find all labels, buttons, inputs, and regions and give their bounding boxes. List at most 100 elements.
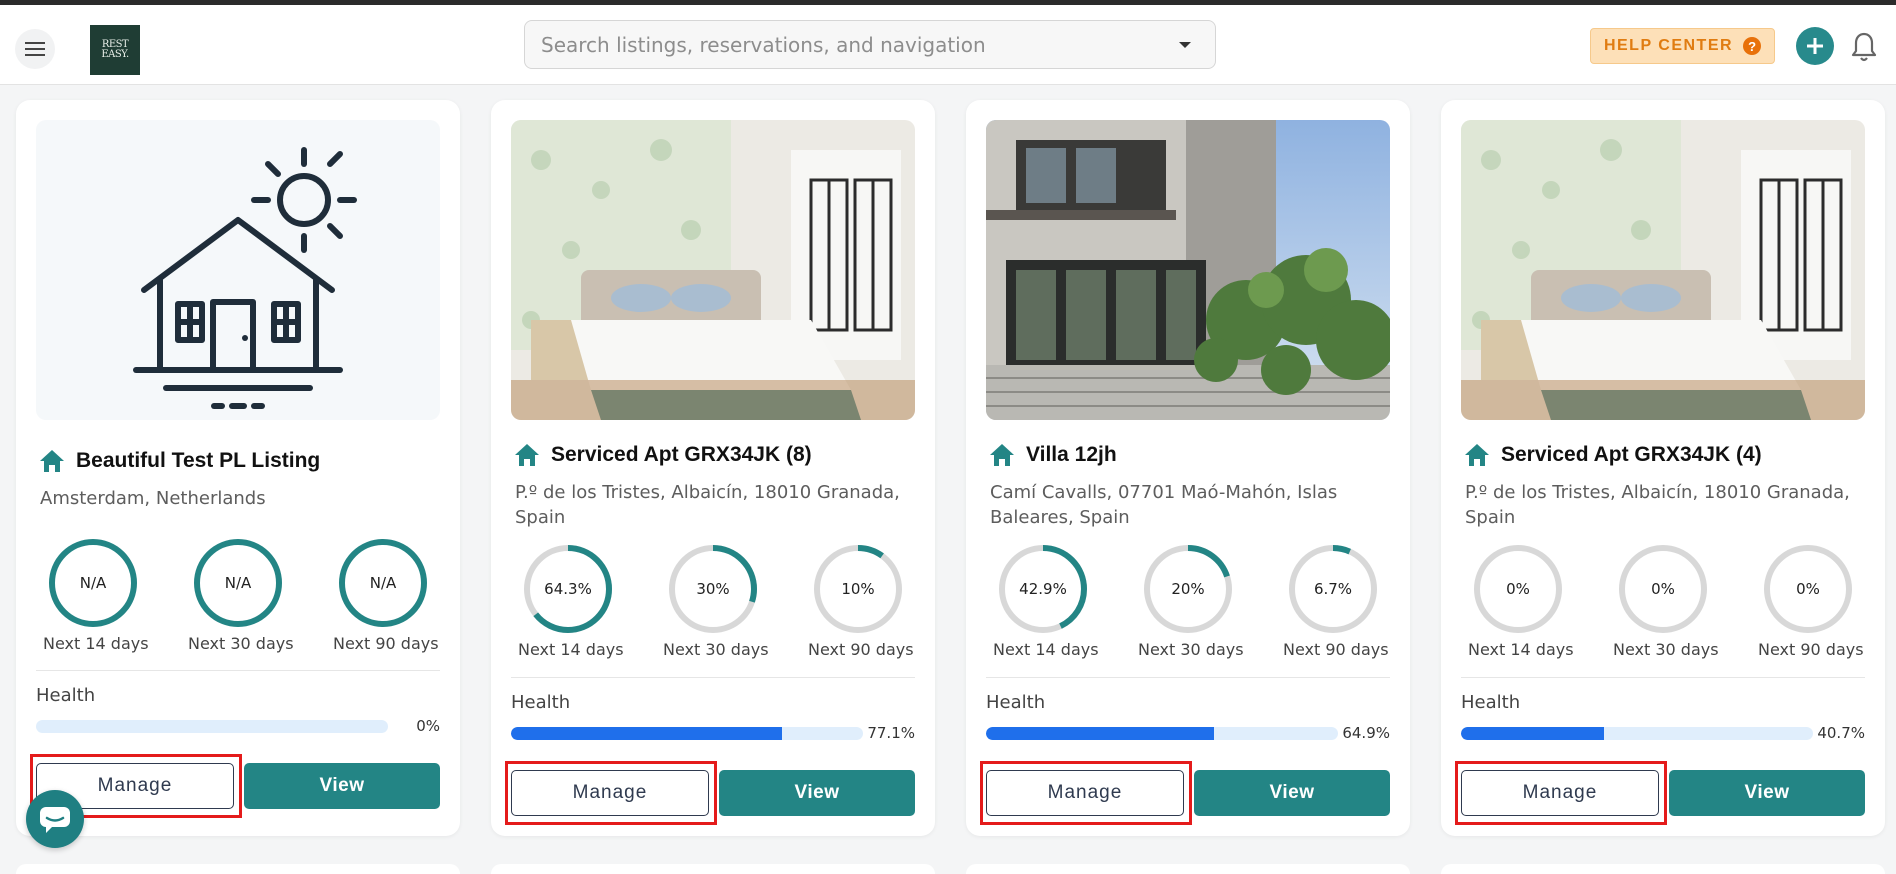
listing-title[interactable]: Villa 12jh xyxy=(1026,443,1117,467)
occupancy-gauge: N/A Next 14 days xyxy=(43,538,149,653)
occupancy-value: 6.7% xyxy=(1314,580,1352,598)
occupancy-value: N/A xyxy=(370,574,397,592)
occupancy-period-label: Next 90 days xyxy=(808,640,914,659)
listing-card: Beautiful Test PL Listing Amsterdam, Neth… xyxy=(16,100,460,836)
occupancy-ring: 0% xyxy=(1619,545,1707,633)
occupancy-value: 20% xyxy=(1171,580,1204,598)
occupancy-value: 10% xyxy=(841,580,874,598)
occupancy-gauge: 10% Next 90 days xyxy=(808,544,914,659)
listing-title[interactable]: Beautiful Test PL Listing xyxy=(76,449,320,473)
occupancy-gauge: N/A Next 30 days xyxy=(188,538,294,653)
health-label: Health xyxy=(36,685,96,706)
home-icon xyxy=(990,444,1014,466)
chevron-down-icon[interactable] xyxy=(1175,35,1195,55)
occupancy-ring: 0% xyxy=(1764,545,1852,633)
listing-title[interactable]: Serviced Apt GRX34JK (8) xyxy=(551,443,812,467)
occupancy-ring: N/A xyxy=(339,539,427,627)
house-sun-illustration xyxy=(36,120,440,420)
plus-icon xyxy=(1807,38,1823,54)
health-progress-bar xyxy=(36,720,388,733)
occupancy-gauge: 30% Next 30 days xyxy=(663,544,769,659)
occupancy-ring: 30% xyxy=(669,545,757,633)
occupancy-period-label: Next 14 days xyxy=(43,634,149,653)
listing-title[interactable]: Serviced Apt GRX34JK (4) xyxy=(1501,443,1762,467)
global-search xyxy=(524,20,1216,69)
add-button[interactable] xyxy=(1796,27,1834,65)
occupancy-period-label: Next 30 days xyxy=(663,640,769,659)
hamburger-icon xyxy=(25,42,45,56)
occupancy-period-label: Next 90 days xyxy=(1758,640,1864,659)
occupancy-value: N/A xyxy=(80,574,107,592)
app-header: REST EASY. HELP CENTER ? xyxy=(0,5,1896,85)
listing-photo[interactable] xyxy=(511,120,915,420)
health-progress-bar xyxy=(511,727,863,740)
listing-title-row: Serviced Apt GRX34JK (8) xyxy=(513,440,812,470)
occupancy-ring: N/A xyxy=(194,539,282,627)
occupancy-ring: 20% xyxy=(1144,545,1232,633)
listing-address: Amsterdam, Netherlands xyxy=(40,488,266,509)
manage-button[interactable]: Manage xyxy=(1461,770,1659,816)
listing-title-row: Serviced Apt GRX34JK (4) xyxy=(1463,440,1762,470)
card-divider xyxy=(36,670,440,671)
home-icon xyxy=(40,450,64,472)
next-row-card-edge xyxy=(16,864,460,874)
health-percentage: 0% xyxy=(416,717,440,735)
card-divider xyxy=(1461,677,1865,678)
occupancy-value: N/A xyxy=(225,574,252,592)
listing-photo[interactable] xyxy=(36,120,440,420)
occupancy-gauge: 0% Next 90 days xyxy=(1758,544,1864,659)
menu-button[interactable] xyxy=(15,29,55,69)
health-label: Health xyxy=(511,692,571,713)
health-label: Health xyxy=(986,692,1046,713)
listing-title-row: Beautiful Test PL Listing xyxy=(38,446,320,476)
view-button[interactable]: View xyxy=(719,770,915,816)
home-icon xyxy=(515,444,539,466)
notification-bell-icon[interactable] xyxy=(1849,31,1879,63)
occupancy-period-label: Next 14 days xyxy=(518,640,624,659)
health-progress-fill xyxy=(511,727,783,740)
search-input[interactable] xyxy=(525,21,1165,68)
occupancy-ring: 6.7% xyxy=(1289,545,1377,633)
view-button[interactable]: View xyxy=(1194,770,1390,816)
help-center-button[interactable]: HELP CENTER ? xyxy=(1590,28,1775,64)
listing-address: P.º de los Tristes, Albaicín, 18010 Gran… xyxy=(515,482,900,528)
occupancy-period-label: Next 90 days xyxy=(333,634,439,653)
occupancy-ring: 64.3% xyxy=(524,545,612,633)
occupancy-ring: N/A xyxy=(49,539,137,627)
bedroom-photo xyxy=(511,120,915,420)
chat-widget-button[interactable] xyxy=(26,790,84,848)
occupancy-period-label: Next 30 days xyxy=(188,634,294,653)
bedroom-photo xyxy=(1461,120,1865,420)
rest-easy-logo[interactable]: REST EASY. xyxy=(90,25,140,75)
occupancy-gauge: N/A Next 90 days xyxy=(333,538,439,653)
health-progress-bar xyxy=(1461,727,1813,740)
health-progress-bar xyxy=(986,727,1338,740)
chat-bubble-icon xyxy=(40,807,70,833)
listing-card: Serviced Apt GRX34JK (8) P.º de los Trist… xyxy=(491,100,935,836)
occupancy-value: 30% xyxy=(696,580,729,598)
occupancy-value: 64.3% xyxy=(544,580,592,598)
health-label: Health xyxy=(1461,692,1521,713)
health-progress-fill xyxy=(1461,727,1605,740)
view-button[interactable]: View xyxy=(244,763,440,809)
listing-photo[interactable] xyxy=(986,120,1390,420)
listing-photo[interactable] xyxy=(1461,120,1865,420)
health-progress-fill xyxy=(986,727,1215,740)
manage-button[interactable]: Manage xyxy=(986,770,1184,816)
manage-button[interactable]: Manage xyxy=(511,770,709,816)
occupancy-period-label: Next 14 days xyxy=(993,640,1099,659)
occupancy-ring: 42.9% xyxy=(999,545,1087,633)
occupancy-gauge: 0% Next 14 days xyxy=(1468,544,1574,659)
home-icon xyxy=(1465,444,1489,466)
card-divider xyxy=(986,677,1390,678)
occupancy-value: 0% xyxy=(1796,580,1820,598)
occupancy-gauge: 6.7% Next 90 days xyxy=(1283,544,1389,659)
occupancy-gauge: 0% Next 30 days xyxy=(1613,544,1719,659)
health-percentage: 40.7% xyxy=(1817,724,1865,742)
next-row-card-edge xyxy=(491,864,935,874)
listing-card: Villa 12jh Camí Cavalls, 07701 Maó-Mahón,… xyxy=(966,100,1410,836)
next-row-card-edge xyxy=(1441,864,1885,874)
occupancy-period-label: Next 14 days xyxy=(1468,640,1574,659)
view-button[interactable]: View xyxy=(1669,770,1865,816)
occupancy-value: 42.9% xyxy=(1019,580,1067,598)
